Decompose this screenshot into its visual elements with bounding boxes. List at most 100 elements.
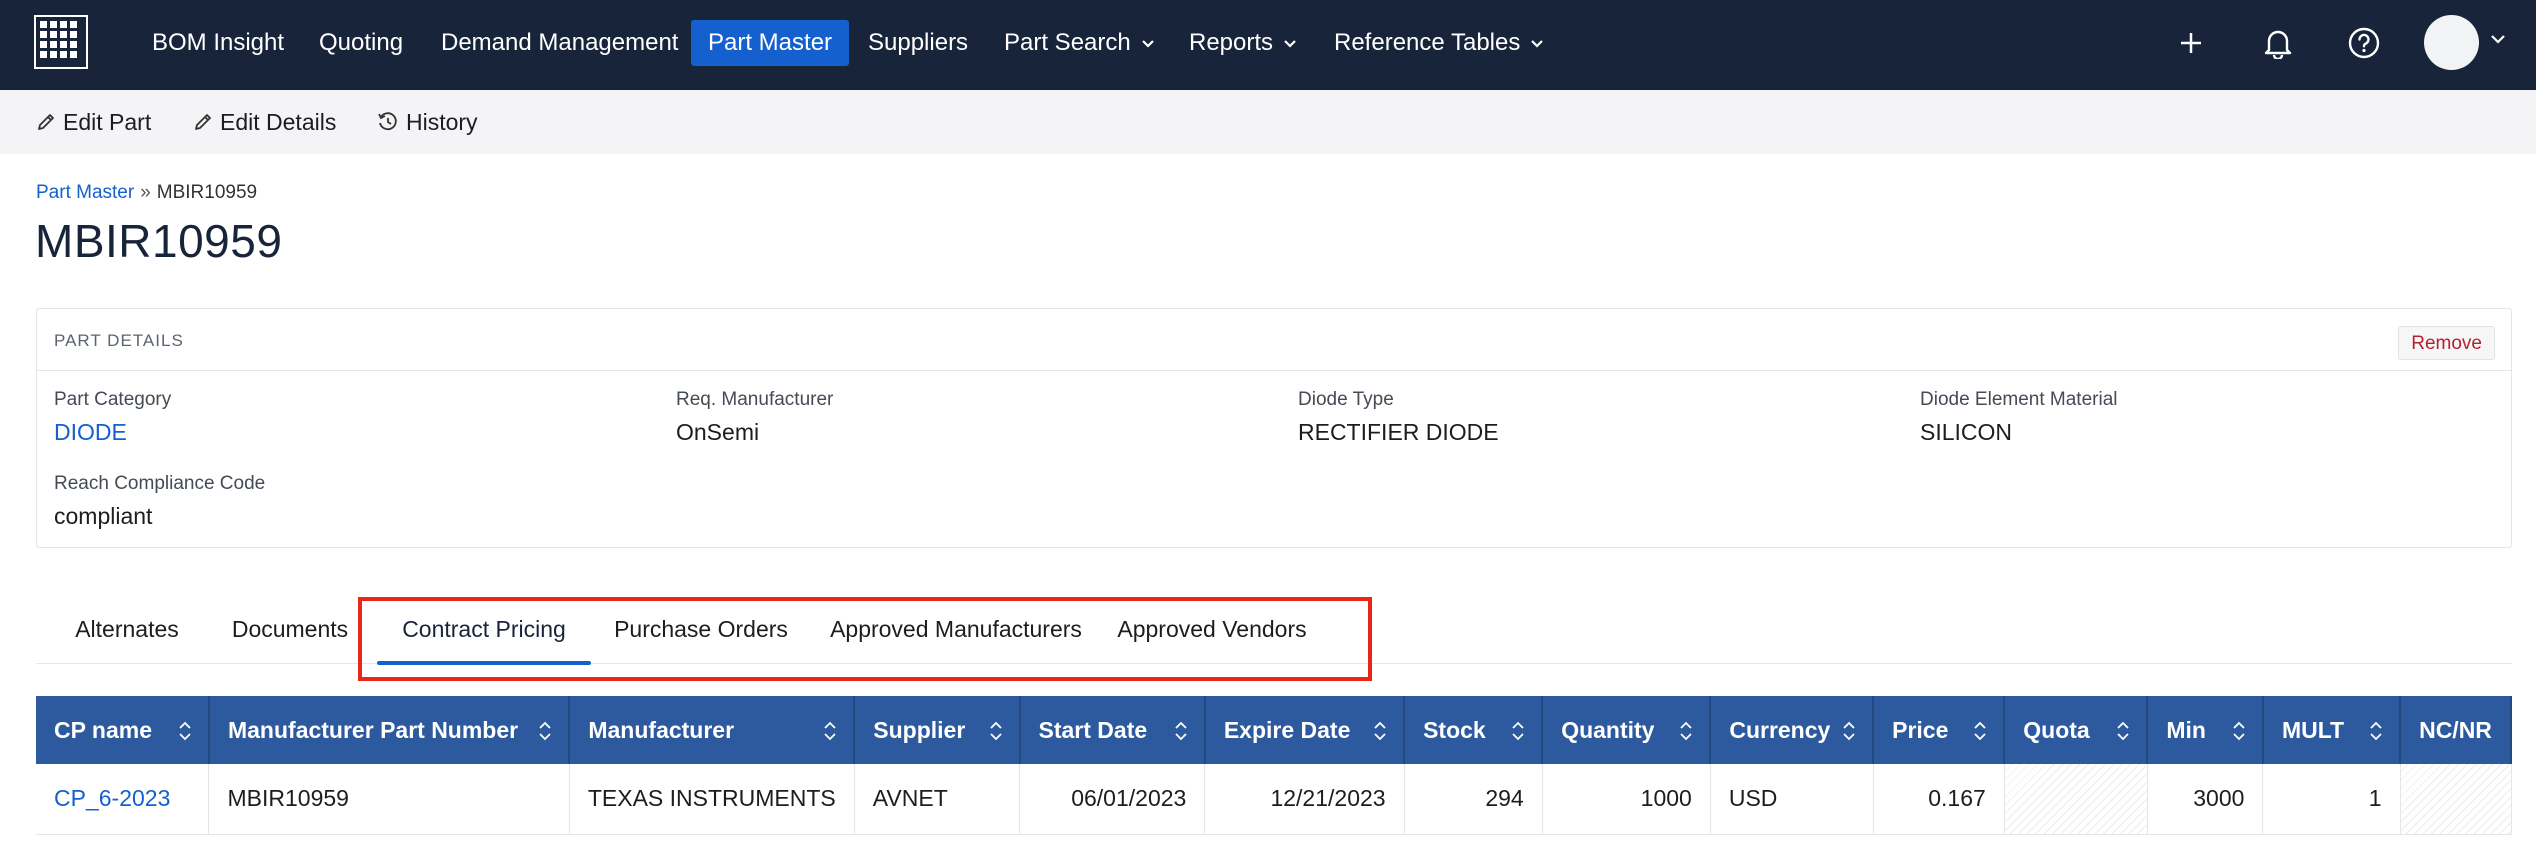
field-part-category: Part Category DIODE [54,389,171,446]
field-label: Part Category [54,389,172,410]
nav-suppliers[interactable]: Suppliers [851,20,985,66]
column-header[interactable]: Expire Date [1204,696,1406,764]
pencil-icon [38,114,54,130]
chevron-down-icon [1284,39,1296,48]
sort-icon[interactable] [1511,720,1525,747]
column-header-label: Manufacturer [588,716,735,743]
column-header[interactable]: Stock [1404,696,1544,764]
nav-part-search[interactable]: Part Search [987,20,1172,66]
column-header-label: NC/NR [2419,716,2492,743]
column-header-label: CP name [54,716,153,743]
part-details-title: PART DETAILS [54,331,184,350]
table-cell: 06/01/2023 [1019,764,1206,835]
column-header-label: Start Date [1038,716,1148,743]
sort-icon[interactable] [1973,720,1987,747]
edit-details-label: Edit Details [220,108,337,135]
column-header[interactable]: Manufacturer [569,696,856,764]
table-cell [2400,764,2512,835]
sort-icon[interactable] [538,720,552,747]
table-row[interactable]: CP_6-2023 MBIR10959 TEXAS INSTRUMENTS AVNET… [36,764,2512,835]
breadcrumb: Part Master » MBIR10959 [36,182,257,204]
field-diode-type: Diode Type RECTIFIER DIODE [1298,389,1499,446]
column-header[interactable]: MULT [2262,696,2402,764]
column-header[interactable]: Quota [2004,696,2149,764]
bell-icon[interactable] [2253,18,2303,68]
table-cell: 1 [2262,764,2401,835]
field-value: compliant [54,503,153,529]
field-label: Req. Manufacturer [676,389,834,410]
sort-icon[interactable] [2116,720,2130,747]
tab-label: Documents [231,616,349,642]
sort-icon[interactable] [1373,720,1387,747]
contract-pricing-table: CP name Manufacturer Part Number Manufactu… [36,696,2512,846]
part-category-link[interactable]: DIODE [54,419,171,446]
sort-icon[interactable] [989,720,1003,747]
remove-button[interactable]: Remove [2398,326,2495,360]
pencil-icon [195,114,211,130]
breadcrumb-current: MBIR10959 [156,182,258,203]
nav-bom-insight[interactable]: BOM Insight [135,20,301,66]
nav-label: BOM Insight [152,29,285,56]
field-req-manufacturer: Req. Manufacturer OnSemi [676,389,833,446]
table-cell: USD [1710,764,1874,835]
sort-icon[interactable] [2232,720,2246,747]
nav-demand-management[interactable]: Demand Management [424,20,695,66]
breadcrumb-separator: » [140,182,151,203]
nav-label: Quoting [319,29,404,56]
table-cell: 0.167 [1873,764,2005,835]
history-button[interactable]: History [377,104,478,140]
column-header-label: Supplier [873,716,966,743]
help-icon[interactable] [2339,18,2389,68]
column-header[interactable]: CP name [36,696,210,764]
table-body: CP_6-2023 MBIR10959 TEXAS INSTRUMENTS AVNET… [36,764,2512,835]
edit-details-button[interactable]: Edit Details [193,104,336,140]
plus-icon[interactable] [2166,18,2216,68]
column-header[interactable]: Price [1873,696,2006,764]
chevron-down-icon [1141,39,1154,48]
app-logo-icon[interactable] [34,15,88,69]
column-header[interactable]: Currency [1710,696,1875,764]
field-label: Diode Element Material [1920,389,2118,410]
column-header-label: MULT [2281,716,2345,743]
sort-icon[interactable] [1842,720,1856,747]
column-header[interactable]: NC/NR [2400,696,2512,764]
nav-label: Part Search [1004,29,1131,56]
field-value: RECTIFIER DIODE [1298,419,1499,445]
sort-icon[interactable] [1679,720,1693,747]
cp-name-link[interactable]: CP_6-2023 [36,764,210,835]
top-navbar: BOM Insight Quoting Demand Management Pa… [0,0,2536,90]
field-value: SILICON [1920,419,2013,445]
history-icon [378,112,397,131]
nav-label: Reports [1189,29,1274,56]
nav-label: Reference Tables [1334,29,1521,56]
column-header[interactable]: Start Date [1019,696,1206,764]
column-header-label: Quota [2023,716,2090,743]
column-header-label: Stock [1423,716,1486,743]
nav-part-master[interactable]: Part Master [691,20,850,66]
table-cell: AVNET [854,764,1021,835]
nav-quoting[interactable]: Quoting [302,20,420,66]
sort-icon[interactable] [1174,720,1188,747]
chevron-down-icon[interactable] [2490,33,2506,45]
nav-reference-tables[interactable]: Reference Tables [1317,20,1561,66]
part-details-card: PART DETAILS Remove Part Category DIODE … [36,308,2512,548]
table-cell: 3000 [2147,764,2264,835]
column-header[interactable]: Min [2147,696,2264,764]
column-header[interactable]: Supplier [854,696,1021,764]
sort-icon[interactable] [2369,720,2383,747]
nav-label: Part Master [708,29,833,56]
edit-part-button[interactable]: Edit Part [36,104,151,140]
column-header[interactable]: Quantity [1542,696,1712,764]
column-header[interactable]: Manufacturer Part Number [208,696,571,764]
nav-reports[interactable]: Reports [1172,20,1314,66]
avatar[interactable] [2424,15,2479,70]
edit-part-label: Edit Part [63,108,152,135]
column-header-label: Price [1892,716,1949,743]
breadcrumb-link-part-master[interactable]: Part Master [36,182,134,203]
nav-label: Suppliers [868,29,969,56]
sort-icon[interactable] [178,720,192,747]
tab-documents[interactable]: Documents [218,600,362,664]
table-cell: MBIR10959 [208,764,570,835]
tab-alternates[interactable]: Alternates [36,600,218,664]
sort-icon[interactable] [823,720,837,747]
